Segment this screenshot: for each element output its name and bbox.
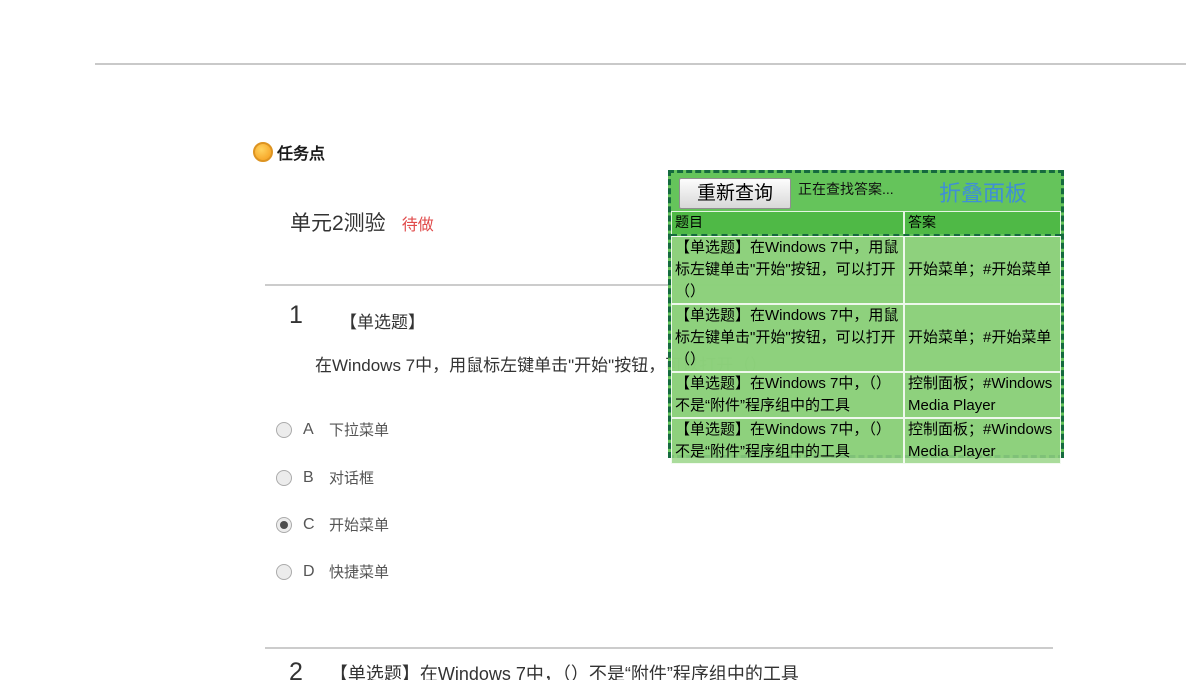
question1-number: 1: [289, 301, 303, 330]
answer-row-answer: 控制面板；#Windows Media Player: [904, 418, 1061, 464]
option-label: 下拉菜单: [329, 419, 389, 440]
option-letter: A: [303, 421, 321, 439]
option-row-a[interactable]: A 下拉菜单: [276, 419, 389, 440]
search-status-text: 正在查找答案...: [798, 179, 894, 199]
task-point-label: 任务点: [277, 140, 325, 164]
collapse-panel-link[interactable]: 折叠面板: [939, 176, 1027, 208]
question2-row: 2 【单选题】在Windows 7中，（）不是“附件”程序组中的工具: [289, 658, 799, 680]
option-letter: C: [303, 516, 321, 534]
option-row-b[interactable]: B 对话框: [276, 467, 374, 488]
answer-row-question: 【单选题】在Windows 7中，（）不是“附件”程序组中的工具: [671, 418, 904, 464]
question2-divider: [265, 647, 1053, 649]
quiz-status-badge: 待做: [402, 211, 434, 235]
task-point-icon: [253, 142, 273, 162]
radio-b[interactable]: [276, 470, 292, 486]
option-letter: B: [303, 469, 321, 487]
requery-button[interactable]: 重新查询: [679, 178, 791, 209]
answer-panel-toolbar: 重新查询 正在查找答案... 折叠面板: [671, 173, 1061, 211]
option-label: 快捷菜单: [329, 561, 389, 582]
quiz-page: 任务点 单元2测验 待做 1 【单选题】 在Windows 7中，用鼠标左键单击…: [0, 0, 1189, 680]
quiz-title-row: 单元2测验 待做: [290, 207, 434, 237]
answer-row-answer: 开始菜单；#开始菜单: [904, 236, 1061, 304]
answer-row-answer: 控制面板；#Windows Media Player: [904, 372, 1061, 418]
top-divider: [95, 63, 1186, 65]
answer-table-body: 【单选题】在Windows 7中，用鼠标左键单击"开始"按钮，可以打开（）开始菜…: [671, 236, 1061, 464]
question2-text: 【单选题】在Windows 7中，（）不是“附件”程序组中的工具: [330, 664, 799, 680]
answer-row-answer: 开始菜单；#开始菜单: [904, 304, 1061, 372]
answer-table-row: 【单选题】在Windows 7中，（）不是“附件”程序组中的工具控制面板；#Wi…: [671, 418, 1061, 464]
answer-helper-panel: 重新查询 正在查找答案... 折叠面板 题目 答案 【单选题】在Windows …: [668, 170, 1064, 458]
quiz-title: 单元2测验: [290, 207, 386, 237]
answer-table-row: 【单选题】在Windows 7中，用鼠标左键单击"开始"按钮，可以打开（）开始菜…: [671, 236, 1061, 304]
answer-table: 题目 答案 【单选题】在Windows 7中，用鼠标左键单击"开始"按钮，可以打…: [671, 211, 1061, 464]
option-label: 开始菜单: [329, 514, 389, 535]
answer-table-row: 【单选题】在Windows 7中，用鼠标左键单击"开始"按钮，可以打开（）开始菜…: [671, 304, 1061, 372]
question2-number: 2: [289, 658, 303, 680]
option-label: 对话框: [329, 467, 374, 488]
question1-type-label: 【单选题】: [340, 308, 425, 333]
header-answer-col: 答案: [904, 211, 1061, 234]
answer-row-question: 【单选题】在Windows 7中，（）不是“附件”程序组中的工具: [671, 372, 904, 418]
answer-row-question: 【单选题】在Windows 7中，用鼠标左键单击"开始"按钮，可以打开（）: [671, 236, 904, 304]
header-question-col: 题目: [671, 211, 904, 234]
answer-table-row: 【单选题】在Windows 7中，（）不是“附件”程序组中的工具控制面板；#Wi…: [671, 372, 1061, 418]
radio-d[interactable]: [276, 564, 292, 580]
task-point: 任务点: [253, 140, 325, 164]
option-row-c[interactable]: C 开始菜单: [276, 514, 389, 535]
answer-table-header: 题目 答案: [671, 211, 1061, 236]
radio-a[interactable]: [276, 422, 292, 438]
radio-c[interactable]: [276, 517, 292, 533]
answer-row-question: 【单选题】在Windows 7中，用鼠标左键单击"开始"按钮，可以打开（）: [671, 304, 904, 372]
option-row-d[interactable]: D 快捷菜单: [276, 561, 389, 582]
option-letter: D: [303, 563, 321, 581]
